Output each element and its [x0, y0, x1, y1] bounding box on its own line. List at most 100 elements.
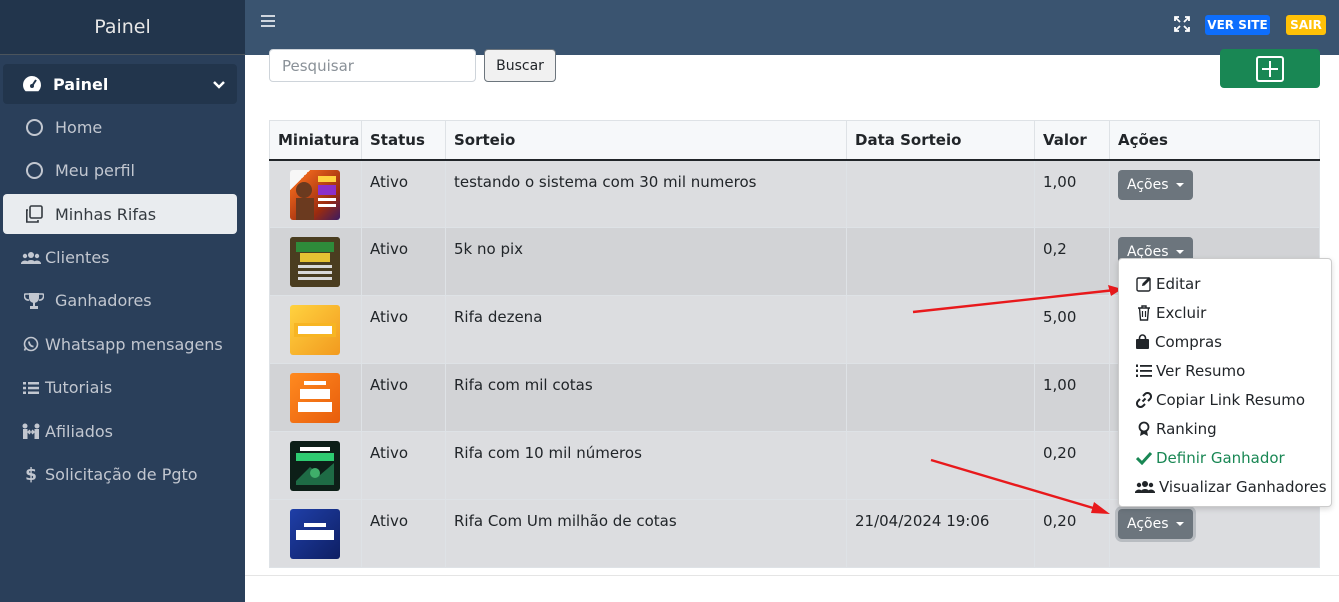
sidebar-item-label: Tutoriais: [45, 378, 113, 398]
sidebar-item-label: Painel: [53, 74, 109, 94]
menu-item-definir-ganhador[interactable]: Definir Ganhador: [1119, 443, 1331, 472]
table-row: Ativo testando o sistema com 30 mil nume…: [269, 159, 1320, 228]
sidebar-item-label: Home: [55, 117, 103, 137]
users-icon: [21, 251, 41, 265]
list-icon: [21, 381, 41, 395]
col-data-sorteio: Data Sorteio: [846, 120, 1035, 161]
sidebar-item-minhas-rifas[interactable]: Minhas Rifas: [3, 194, 237, 235]
chevron-down-icon: [213, 75, 225, 94]
rifa-thumbnail[interactable]: [290, 441, 340, 491]
sidebar-item-label: Whatsapp mensagens: [45, 334, 223, 354]
acoes-dropdown-button[interactable]: Ações: [1118, 509, 1193, 539]
sidebar-brand[interactable]: Painel: [0, 0, 245, 55]
menu-item-label: Visualizar Ganhadores: [1159, 477, 1327, 496]
search-button[interactable]: Buscar: [484, 49, 556, 82]
sidebar-item-meu-perfil[interactable]: Meu perfil: [3, 151, 237, 191]
plus-square-icon: [1256, 55, 1284, 82]
thumb-cell: [269, 227, 362, 296]
sidebar-item-ganhadores[interactable]: Ganhadores: [3, 281, 237, 321]
sidebar-item-clientes[interactable]: Clientes: [3, 238, 237, 278]
status-cell: Ativo: [361, 431, 446, 500]
data-cell: [846, 159, 1035, 228]
sidebar-item-label: Afiliados: [45, 421, 113, 441]
menu-item-label: Ver Resumo: [1156, 361, 1246, 380]
menu-item-ver-resumo[interactable]: Ver Resumo: [1119, 356, 1331, 385]
edit-icon: [1135, 276, 1152, 292]
add-rifa-button[interactable]: [1220, 49, 1320, 88]
acoes-dropdown-menu: Editar Excluir Compras Ver Resumo Copiar…: [1118, 258, 1332, 507]
valor-cell: 1,00: [1034, 159, 1110, 228]
circle-icon: [23, 162, 45, 180]
sair-button[interactable]: SAIR: [1286, 15, 1326, 35]
main-content: Pesquisar Buscar Miniatura Status Sortei…: [245, 49, 1339, 602]
menu-item-copiar-link-resumo[interactable]: Copiar Link Resumo: [1119, 385, 1331, 414]
sidebar-item-tutoriais[interactable]: Tutoriais: [3, 368, 237, 408]
acoes-label: Ações: [1127, 516, 1169, 532]
menu-item-label: Ranking: [1156, 419, 1217, 438]
search-input[interactable]: Pesquisar: [269, 49, 476, 82]
footer-strip: [245, 575, 1339, 602]
trash-icon: [1135, 304, 1152, 321]
caret-down-icon: [1175, 250, 1184, 254]
circle-icon: [23, 118, 45, 136]
rifa-thumbnail[interactable]: [290, 237, 340, 287]
annotation-arrow-top: [912, 285, 1122, 314]
menu-item-label: Compras: [1155, 332, 1222, 351]
thumb-cell: [269, 363, 362, 432]
sidebar-nav: Painel Home Meu perfil Minhas Rifas Clie…: [0, 55, 245, 602]
menu-item-editar[interactable]: Editar: [1119, 269, 1331, 298]
thumb-cell: [269, 431, 362, 500]
thumb-cell: [269, 499, 362, 568]
link-icon: [1135, 391, 1152, 408]
status-cell: Ativo: [361, 499, 446, 568]
annotation-arrow-bottom: [930, 458, 1110, 514]
menu-item-label: Copiar Link Resumo: [1156, 390, 1306, 409]
expand-icon[interactable]: [1174, 16, 1190, 32]
topbar: VER SITE SAIR: [245, 0, 1339, 55]
dollar-icon: $: [25, 464, 37, 485]
rifa-thumbnail[interactable]: [290, 509, 340, 559]
sidebar-item-afiliados[interactable]: Afiliados: [3, 411, 237, 451]
menu-item-compras[interactable]: Compras: [1119, 327, 1331, 356]
menu-item-excluir[interactable]: Excluir: [1119, 298, 1331, 327]
menu-hamburger-icon[interactable]: [261, 15, 275, 30]
dashboard-gauge-icon: [21, 75, 43, 93]
people-arrows-icon: [21, 423, 41, 440]
sorteio-cell: Rifa com mil cotas: [445, 363, 847, 432]
award-icon: [1135, 421, 1152, 437]
menu-item-label: Editar: [1156, 274, 1201, 293]
shopping-bag-icon: [1134, 333, 1151, 350]
sidebar-item-painel[interactable]: Painel: [3, 64, 237, 104]
rifas-card: Pesquisar Buscar Miniatura Status Sortei…: [245, 49, 1339, 575]
table-row: Ativo Rifa Com Um milhão de cotas 21/04/…: [269, 499, 1320, 568]
sorteio-cell: Rifa Com Um milhão de cotas: [445, 499, 847, 568]
menu-item-ranking[interactable]: Ranking: [1119, 414, 1331, 443]
acoes-cell: Ações: [1109, 159, 1320, 228]
sidebar-item-solicitacao-pgto[interactable]: $ Solicitação de Pgto: [3, 455, 237, 495]
sidebar-item-label: Minhas Rifas: [55, 204, 157, 224]
rifa-thumbnail[interactable]: [290, 305, 340, 355]
whatsapp-icon: [21, 336, 41, 352]
copy-icon: [23, 205, 45, 223]
ver-site-button[interactable]: VER SITE: [1205, 15, 1270, 35]
status-cell: Ativo: [361, 227, 446, 296]
caret-down-icon: [1175, 182, 1184, 187]
thumb-cell: [269, 295, 362, 364]
sidebar-item-home[interactable]: Home: [3, 107, 237, 147]
rifa-thumbnail[interactable]: [290, 169, 340, 220]
col-status: Status: [361, 120, 446, 161]
sorteio-cell: Rifa com 10 mil números: [445, 431, 847, 500]
rifa-thumbnail[interactable]: [290, 373, 340, 423]
sidebar-item-whatsapp[interactable]: Whatsapp mensagens: [3, 324, 237, 364]
menu-item-visualizar-ganhadores[interactable]: Visualizar Ganhadores: [1119, 472, 1331, 501]
menu-item-label: Definir Ganhador: [1156, 448, 1285, 467]
acoes-label: Ações: [1127, 176, 1169, 193]
thumb-cell: [269, 159, 362, 228]
status-cell: Ativo: [361, 295, 446, 364]
acoes-dropdown-button[interactable]: Ações: [1118, 169, 1193, 200]
table-header-row: Miniatura Status Sorteio Data Sorteio Va…: [269, 120, 1320, 161]
users-icon: [1135, 480, 1155, 494]
col-valor: Valor: [1034, 120, 1110, 161]
caret-down-icon: [1175, 522, 1184, 526]
sidebar-item-label: Solicitação de Pgto: [45, 465, 198, 485]
